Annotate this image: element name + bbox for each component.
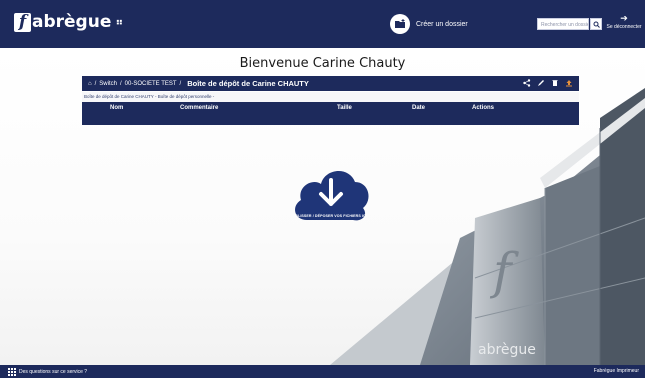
home-icon[interactable]: ⌂ — [88, 81, 92, 87]
logo-mark: f — [14, 12, 31, 32]
logout-icon: ➔ — [620, 13, 628, 23]
breadcrumb-item-switch[interactable]: Switch — [99, 81, 117, 87]
search-input[interactable]: Rechercher un dossier — [537, 18, 589, 30]
folder-add-icon — [390, 14, 410, 34]
help-link[interactable]: Des questions sur ce service ? — [8, 368, 87, 376]
search-button[interactable] — [590, 18, 602, 30]
breadcrumb-item-company[interactable]: 00-SOCIETE TEST — [125, 81, 177, 87]
column-size[interactable]: Taille — [337, 105, 352, 111]
bottom-bar: Des questions sur ce service ? Fabrègue … — [0, 365, 645, 378]
trash-icon[interactable] — [551, 79, 559, 87]
create-folder-button[interactable]: Créer un dossier — [390, 14, 468, 34]
logout-label: Se déconnecter — [606, 24, 642, 30]
upload-label: GLISSER / DÉPOSER VOS FICHIERS ICI — [295, 214, 367, 218]
upload-icon[interactable] — [565, 79, 573, 87]
panel-actions — [523, 79, 573, 87]
logout-button[interactable]: ➔ Se déconnecter — [606, 13, 642, 30]
column-comment[interactable]: Commentaire — [180, 105, 218, 111]
column-date[interactable]: Date — [412, 105, 425, 111]
share-icon[interactable] — [523, 79, 531, 87]
create-folder-label: Créer un dossier — [416, 20, 468, 28]
logo-text: abrègue — [32, 12, 112, 32]
page-title: Bienvenue Carine Chauty — [239, 56, 406, 71]
breadcrumb: ⌂ / Switch / 00-SOCIETE TEST / Boîte de … — [82, 76, 579, 91]
breadcrumb-current: Boîte de dépôt de Carine CHAUTY — [187, 79, 309, 88]
help-label: Des questions sur ce service ? — [19, 369, 88, 375]
folder-path[interactable]: Boîte de dépôt de Carine CHAUTY - Boîte … — [82, 92, 579, 102]
logo-dots-icon: ⠶ — [115, 16, 124, 28]
top-bar: f abrègue ⠶ Créer un dossier Rechercher … — [0, 0, 645, 48]
column-name[interactable]: Nom — [110, 105, 123, 111]
table-header: Nom Commentaire Taille Date Actions — [82, 102, 579, 114]
app-logo[interactable]: f abrègue ⠶ — [14, 12, 123, 32]
footer-brand[interactable]: Fabrègue Imprimeur — [594, 368, 639, 374]
column-actions: Actions — [472, 105, 495, 111]
search-icon — [593, 21, 600, 28]
edit-icon[interactable] — [537, 79, 545, 87]
table-body — [82, 114, 579, 125]
grid-icon — [8, 368, 16, 376]
svg-text:abrègue: abrègue — [478, 342, 536, 358]
